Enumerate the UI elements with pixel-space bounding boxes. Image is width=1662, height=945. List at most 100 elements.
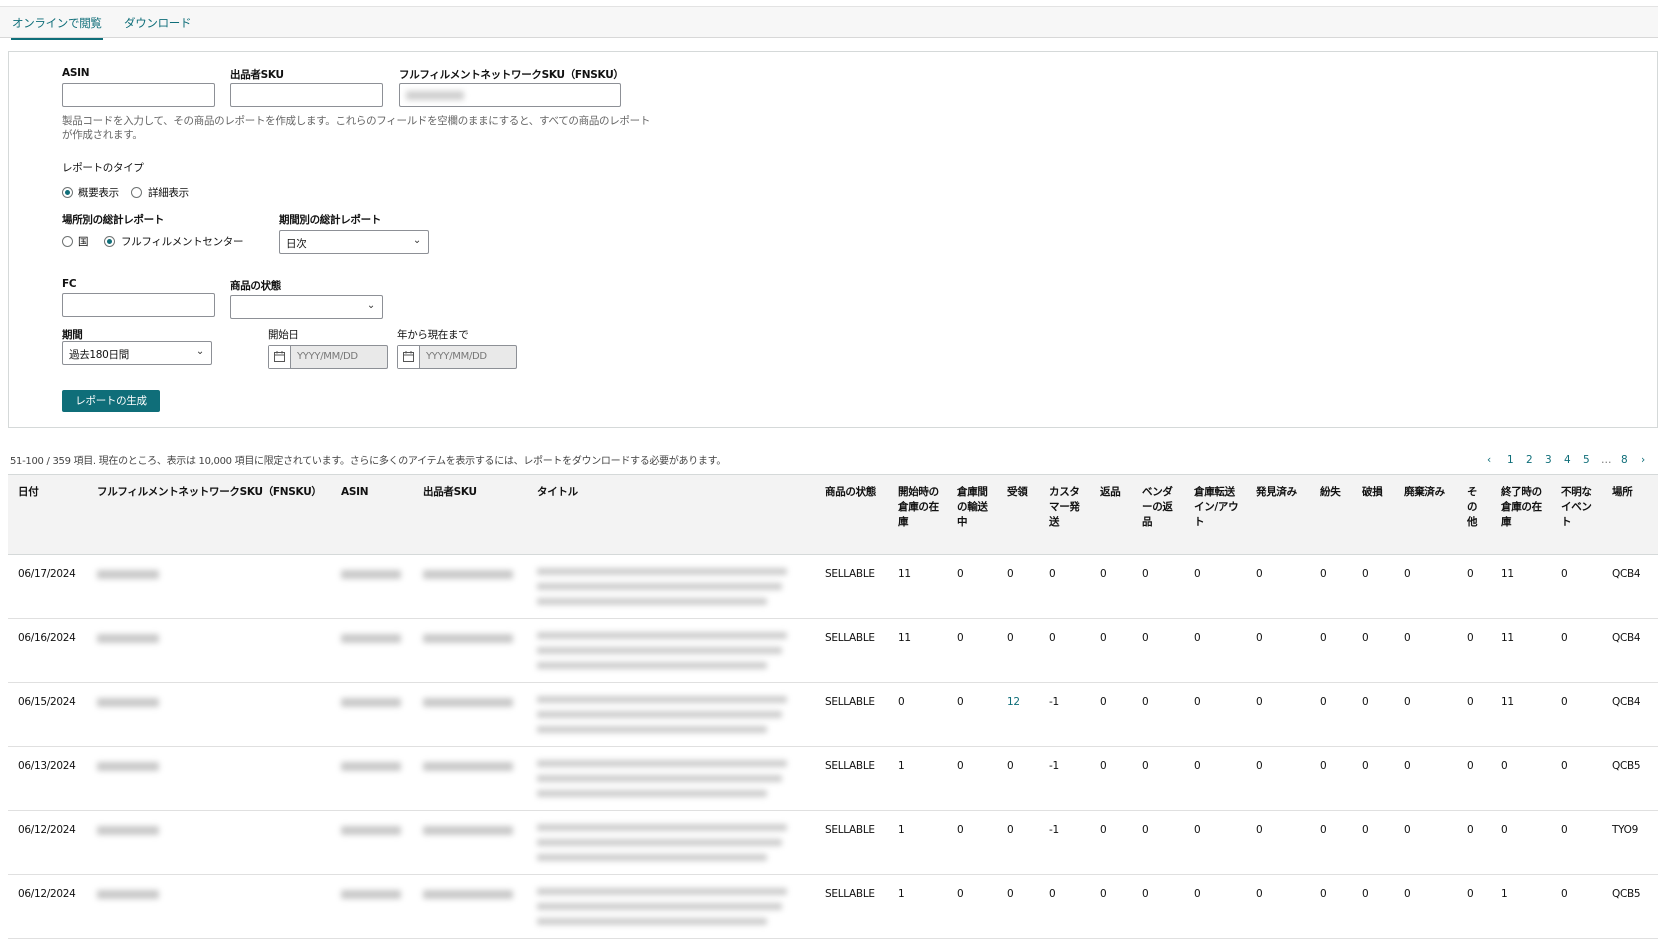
- fc-input[interactable]: [62, 293, 215, 317]
- col-header-customer-shipments[interactable]: カスタマー発送: [1039, 474, 1090, 555]
- report-type-summary-radio[interactable]: [62, 187, 73, 198]
- col-header-in-transit[interactable]: 倉庫間の輸送中: [947, 474, 997, 555]
- col-header-date[interactable]: 日付: [8, 474, 87, 555]
- cell-location: QCB4: [1602, 554, 1658, 619]
- col-header-asin[interactable]: ASIN: [331, 474, 413, 555]
- asin-label: ASIN: [62, 67, 90, 79]
- col-header-condition[interactable]: 商品の状態: [815, 474, 888, 555]
- cell-vendor-returns: 0: [1132, 874, 1184, 939]
- calendar-icon[interactable]: [269, 346, 291, 368]
- cell-other: 0: [1457, 746, 1491, 811]
- redacted-text: [423, 698, 513, 707]
- cell-condition: SELLABLE: [815, 874, 888, 939]
- cell-location: QCB4: [1602, 618, 1658, 683]
- pager-prev-button[interactable]: ‹: [1487, 454, 1491, 466]
- pager-page-last[interactable]: 8: [1621, 454, 1628, 466]
- cell-lost: 0: [1310, 554, 1352, 619]
- redacted-text: [537, 632, 811, 669]
- fnsku-input[interactable]: [399, 83, 621, 107]
- chevron-down-icon: ⌄: [412, 235, 421, 246]
- col-header-unknown-events[interactable]: 不明なイベント: [1551, 474, 1602, 555]
- col-header-start-inventory[interactable]: 開始時の倉庫の在庫: [888, 474, 947, 555]
- start-date-input[interactable]: YYYY/MM/DD: [268, 345, 388, 369]
- product-code-help-text: 製品コードを入力して、その商品のレポートを作成します。これらのフィールドを空欄の…: [62, 115, 651, 141]
- report-filter-panel: [8, 51, 1658, 428]
- pager-page-4[interactable]: 4: [1564, 454, 1571, 466]
- cell-fnsku-redacted: [87, 554, 331, 619]
- seller-sku-input[interactable]: [230, 83, 383, 107]
- calendar-icon[interactable]: [398, 346, 420, 368]
- pager-page-1[interactable]: 1: [1507, 454, 1514, 466]
- cell-title-redacted: [527, 618, 815, 683]
- pager-page-3[interactable]: 3: [1545, 454, 1552, 466]
- location-country-radio[interactable]: [62, 236, 73, 247]
- cell-received[interactable]: 12: [997, 682, 1039, 747]
- cell-sku-redacted: [413, 810, 527, 875]
- redacted-text: [341, 634, 401, 643]
- col-header-damaged[interactable]: 破損: [1352, 474, 1394, 555]
- period-aggregate-select[interactable]: 日次 ⌄: [279, 230, 429, 254]
- col-header-disposed[interactable]: 廃棄済み: [1394, 474, 1457, 555]
- cell-date: 06/15/2024: [8, 682, 87, 747]
- cell-sku-redacted: [413, 554, 527, 619]
- col-header-end-inventory[interactable]: 終了時の倉庫の在庫: [1491, 474, 1551, 555]
- cell-sku-redacted: [413, 682, 527, 747]
- cell-unknown-events: 0: [1551, 682, 1602, 747]
- table-row: 06/15/2024 SELLABLE 0 0 12 -1 0 0 0 0 0 0 0 0 11 0 QCB4: [8, 682, 1658, 747]
- cell-received: 0: [997, 618, 1039, 683]
- period-select[interactable]: 過去180日間 ⌄: [62, 341, 212, 365]
- redacted-text: [537, 888, 811, 925]
- cell-title-redacted: [527, 746, 815, 811]
- cell-condition: SELLABLE: [815, 554, 888, 619]
- cell-asin-redacted: [331, 618, 413, 683]
- cell-vendor-returns: 0: [1132, 554, 1184, 619]
- col-header-location[interactable]: 場所: [1602, 474, 1658, 555]
- cell-title-redacted: [527, 810, 815, 875]
- cell-end-inventory: 1: [1491, 874, 1551, 939]
- cell-found: 0: [1246, 682, 1310, 747]
- cell-start-inventory: 11: [888, 554, 947, 619]
- cell-returns: 0: [1090, 618, 1132, 683]
- col-header-found[interactable]: 発見済み: [1246, 474, 1310, 555]
- report-type-detail-radio[interactable]: [131, 187, 142, 198]
- generate-report-button[interactable]: レポートの生成: [62, 390, 160, 412]
- cell-damaged: 0: [1352, 746, 1394, 811]
- chevron-down-icon: ⌄: [195, 346, 204, 357]
- pager-page-5[interactable]: 5: [1583, 454, 1590, 466]
- col-header-vendor-returns[interactable]: ベンダーの返品: [1132, 474, 1184, 555]
- redacted-text: [423, 570, 513, 579]
- cell-unknown-events: 0: [1551, 874, 1602, 939]
- cell-in-transit: 0: [947, 810, 997, 875]
- col-header-fnsku[interactable]: フルフィルメントネットワークSKU（FNSKU）: [87, 474, 331, 555]
- cell-disposed: 0: [1394, 874, 1457, 939]
- location-fc-radio[interactable]: [104, 236, 115, 247]
- cell-lost: 0: [1310, 874, 1352, 939]
- condition-select[interactable]: ⌄: [230, 295, 383, 319]
- col-header-seller-sku[interactable]: 出品者SKU: [413, 474, 527, 555]
- cell-found: 0: [1246, 554, 1310, 619]
- cell-date: 06/12/2024: [8, 874, 87, 939]
- cell-start-inventory: 11: [888, 618, 947, 683]
- tab-download[interactable]: ダウンロード: [124, 15, 192, 31]
- col-header-transfers[interactable]: 倉庫転送イン/アウト: [1184, 474, 1246, 555]
- report-type-label: レポートのタイプ: [62, 162, 144, 174]
- cell-damaged: 0: [1352, 618, 1394, 683]
- cell-unknown-events: 0: [1551, 554, 1602, 619]
- pager-page-2[interactable]: 2: [1526, 454, 1533, 466]
- cell-end-inventory: 0: [1491, 746, 1551, 811]
- col-header-lost[interactable]: 紛失: [1310, 474, 1352, 555]
- ytd-label: 年から現在まで: [397, 329, 469, 341]
- tab-online-view[interactable]: オンラインで閲覧: [11, 15, 103, 40]
- redacted-text: [97, 826, 159, 835]
- ytd-date-input[interactable]: YYYY/MM/DD: [397, 345, 517, 369]
- pager-next-button[interactable]: ›: [1641, 454, 1645, 466]
- col-header-returns[interactable]: 返品: [1090, 474, 1132, 555]
- col-header-title[interactable]: タイトル: [527, 474, 815, 555]
- cell-returns: 0: [1090, 874, 1132, 939]
- location-fc-label: フルフィルメントセンター: [121, 236, 244, 248]
- asin-input[interactable]: [62, 83, 215, 107]
- col-header-other[interactable]: その他: [1457, 474, 1491, 555]
- col-header-received[interactable]: 受領: [997, 474, 1039, 555]
- cell-vendor-returns: 0: [1132, 618, 1184, 683]
- fc-label: FC: [62, 278, 77, 290]
